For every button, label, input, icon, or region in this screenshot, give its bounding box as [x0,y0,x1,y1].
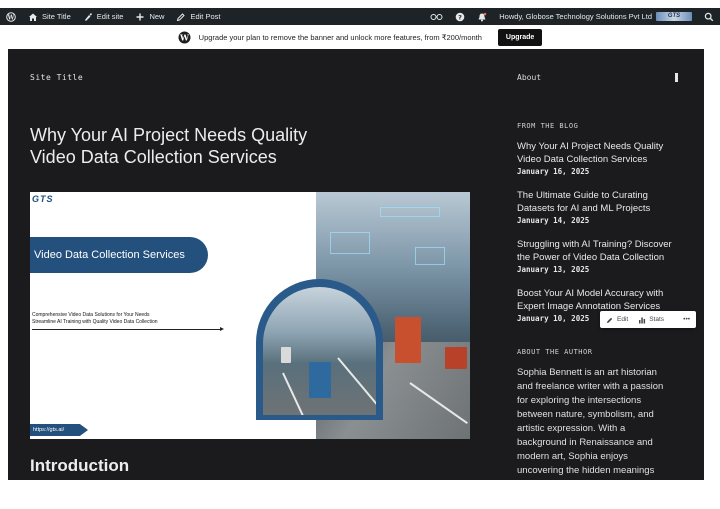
edit-site-button[interactable]: Edit site [77,8,130,25]
sidebar-post-title[interactable]: Struggling with AI Training? Discover th… [517,238,687,264]
svg-text:W: W [7,14,15,21]
pencil-icon [607,317,613,323]
truck-image [309,362,331,398]
sidebar-post-title[interactable]: Why Your AI Project Needs Quality Video … [517,140,687,166]
sidebar-post-date: January 14, 2025 [517,216,590,225]
new-content-button[interactable]: New [129,8,170,25]
reader-button[interactable] [424,8,449,25]
brush-icon [84,12,92,21]
popup-edit-label: Edit [617,316,629,323]
pencil-icon [177,12,186,21]
search-button[interactable] [698,8,720,25]
upgrade-button[interactable]: Upgrade [497,28,543,46]
popup-stats-label: Stats [649,316,665,323]
arrow-right-icon [220,327,224,331]
truck-image [395,317,421,363]
svg-text:?: ? [458,13,462,21]
sidebar-post-date: January 13, 2025 [517,265,590,274]
intro-heading: Introduction [30,456,130,475]
site-title-link[interactable]: Site Title [30,73,83,82]
notifications-button[interactable] [471,8,493,25]
author-bio: Sophia Bennett is an art historian and f… [517,367,664,476]
admin-bar: W Site Title Edit site New Edit Post ? H… [0,8,720,25]
page-content: Site Title About Why Your AI Project Nee… [8,49,704,480]
bar-chart-icon [639,317,646,323]
sidebar-post[interactable]: Struggling with AI Training? Discover th… [517,238,687,274]
about-author-heading: ABOUT THE AUTHOR [517,348,593,356]
popup-stats-button[interactable]: Stats [638,316,664,324]
plus-icon [136,13,144,20]
gts-logo: GTS [32,194,54,204]
post-actions-popup: Edit Stats ••• [600,311,696,328]
arch-photo [263,287,376,415]
hud-overlay [415,247,445,265]
home-icon [29,13,37,21]
featured-desc-line: Comprehensive Video Data Solutions for Y… [32,312,150,318]
popup-edit-button[interactable]: Edit [606,316,628,324]
featured-url-tag: https://gts.ai/ [30,424,88,436]
edit-post-label: Edit Post [190,12,221,21]
upgrade-banner-text: Upgrade your plan to remove the banner a… [198,32,482,42]
sidebar-post-title[interactable]: Boost Your AI Model Accuracy with Expert… [517,287,687,313]
road-marking [337,357,376,405]
menu-toggle-icon[interactable] [675,73,678,82]
sidebar-post-title[interactable]: The Ultimate Guide to Curating Datasets … [517,189,687,215]
featured-image: GTS Video Data Collection Services Compr… [30,192,470,439]
wordpress-icon: W [178,31,191,43]
account-menu[interactable]: Howdy, Globose Technology Solutions Pvt … [493,8,698,25]
hud-overlay [380,207,440,217]
upgrade-banner: W Upgrade your plan to remove the banner… [0,25,720,49]
truck-image [281,347,291,363]
edit-post-button[interactable]: Edit Post [170,8,226,25]
reader-glasses-icon [430,13,443,20]
help-button[interactable]: ? [449,8,471,25]
svg-text:W: W [179,32,190,42]
truck-image [445,347,467,369]
bell-icon [478,12,487,21]
featured-desc-line: Streamline AI Training with Quality Vide… [32,319,158,325]
avatar: GTS [656,12,692,21]
sidebar-post[interactable]: The Ultimate Guide to Curating Datasets … [517,189,687,225]
featured-pill-label: Video Data Collection Services [30,237,208,273]
arrow-line [32,329,222,330]
wordpress-logo-button[interactable]: W [0,8,22,25]
from-blog-heading: FROM THE BLOG [517,122,579,130]
sidebar-post-date: January 16, 2025 [517,167,590,176]
road-marking [282,372,310,415]
wordpress-icon: W [6,11,16,22]
new-label: New [149,12,165,21]
popup-more-button[interactable]: ••• [683,316,690,323]
site-title-menu[interactable]: Site Title [22,8,77,25]
help-icon: ? [455,12,465,21]
howdy-label: Howdy, Globose Technology Solutions Pvt … [499,12,652,21]
featured-description: Comprehensive Video Data Solutions for Y… [32,312,158,326]
hud-overlay [330,232,370,254]
search-icon [704,12,714,21]
sidebar-post[interactable]: Why Your AI Project Needs Quality Video … [517,140,687,176]
site-title-label: Site Title [42,12,71,21]
post-title: Why Your AI Project Needs Quality Video … [30,125,308,167]
nav-about-link[interactable]: About [517,73,541,82]
edit-site-label: Edit site [96,12,124,21]
